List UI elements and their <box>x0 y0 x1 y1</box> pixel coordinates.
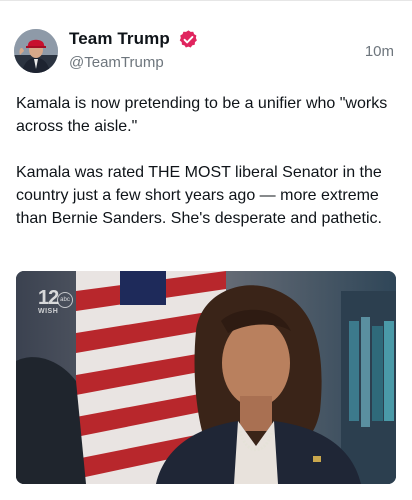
post-media-image[interactable]: 12 abc WISH <box>16 271 396 484</box>
author-handle[interactable]: @TeamTrump <box>69 54 164 71</box>
author-display-name[interactable]: Team Trump <box>69 29 170 49</box>
channel-number: 12 <box>38 287 59 309</box>
verified-badge-icon <box>179 30 197 48</box>
post-paragraph: Kamala was rated THE MOST liberal Senato… <box>16 164 382 227</box>
post-text: Kamala is now pretending to be a unifier… <box>16 92 400 230</box>
avatar-photo <box>14 29 58 73</box>
post-paragraph: Kamala is now pretending to be a unifier… <box>16 95 388 135</box>
channel-logo: 12 abc WISH <box>38 287 76 315</box>
channel-call-sign: WISH <box>38 308 59 315</box>
network-logo: abc <box>57 292 73 308</box>
author-avatar[interactable] <box>14 29 58 73</box>
post-timestamp[interactable]: 10m <box>365 43 394 60</box>
top-divider <box>0 0 412 1</box>
